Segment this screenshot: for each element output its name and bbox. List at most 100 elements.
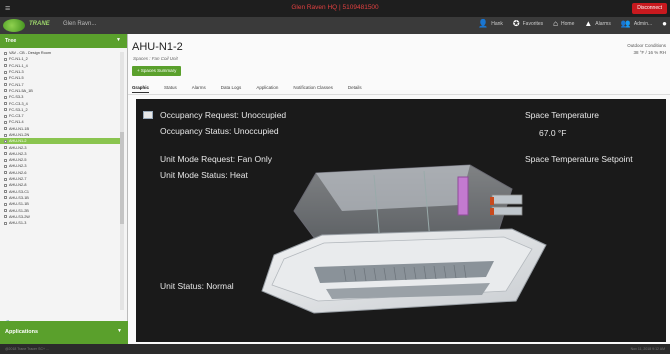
favorites-icon: ✪	[512, 19, 520, 28]
tree-item-label: AHU-N2-3	[9, 151, 27, 156]
tree-header[interactable]: Tree ▼	[0, 34, 127, 48]
tree-item-label: VAV - CB - Design Room	[9, 51, 52, 56]
nav-admin[interactable]: 👥 Admin...	[621, 20, 652, 28]
tree-checkbox-icon[interactable]	[4, 64, 7, 68]
site-title: Glen Raven HQ | 5109481500	[291, 4, 379, 11]
tab-alarms[interactable]: Alarms	[192, 85, 206, 93]
tree-checkbox-icon[interactable]	[4, 158, 7, 162]
user-icon: 👤	[478, 19, 489, 28]
tree-checkbox-icon[interactable]	[4, 133, 7, 137]
sidebar: Tree ▼ VAV - CB - Design Room FC-N1-1_2 FC…	[0, 34, 128, 344]
help-icon: ●	[662, 19, 667, 28]
top-bar: ≡ Glen Raven HQ | 5109481500 Disconnect	[0, 0, 670, 17]
footer-copyright: @2018 Trane Tracer SC+ ...	[5, 347, 49, 351]
tree-item-label: AHU-S3-1B	[9, 195, 29, 200]
chevron-down-icon: ▼	[117, 328, 122, 334]
tree-item-label: FC-N1-5A_1B	[9, 88, 33, 93]
tree-item-label: FC-N1-3	[9, 70, 24, 75]
tree-item-label: FC-N1-1_2	[9, 57, 28, 62]
occupancy-status: Occupancy Status: Unoccupied	[160, 126, 279, 136]
tree-item-label: AHU-N2-7	[9, 177, 27, 182]
tree-scrollbar[interactable]	[120, 52, 124, 310]
tree-checkbox-icon[interactable]	[4, 70, 7, 74]
tree-checkbox-icon[interactable]	[4, 196, 7, 200]
tree-checkbox-icon[interactable]	[4, 177, 7, 181]
tree-checkbox-icon[interactable]	[4, 139, 7, 143]
tree-checkbox-icon[interactable]	[4, 190, 7, 194]
unit-mode-status: Unit Mode Status: Heat	[160, 170, 248, 180]
tree-checkbox-icon[interactable]	[4, 152, 7, 156]
equipment-tree: VAV - CB - Design Room FC-N1-1_2 FC-N1-1_4…	[0, 50, 120, 318]
tab-graphic[interactable]: Graphic	[132, 85, 150, 93]
home-icon: ⌂	[553, 19, 559, 28]
tree-checkbox-icon[interactable]	[4, 209, 7, 213]
tree-checkbox-icon[interactable]	[4, 108, 7, 112]
tree-checkbox-icon[interactable]	[4, 183, 7, 187]
tree-checkbox-icon[interactable]	[4, 202, 7, 206]
nav-bar: TRANE Glen Ravn... 👤 Hank ✪ Favorites ⌂ Hom…	[0, 17, 670, 34]
tree-checkbox-icon[interactable]	[4, 171, 7, 175]
tree-item-label: AHU-N1-2	[9, 139, 27, 144]
tree-checkbox-icon[interactable]	[4, 120, 7, 124]
tree-item-label: AHU-S1-1B	[9, 202, 29, 207]
tab-details[interactable]: Details	[348, 85, 362, 93]
space-temp-label: Space Temperature	[525, 110, 600, 120]
graphic-info-icon[interactable]	[143, 111, 153, 119]
tree-checkbox-icon[interactable]	[4, 146, 7, 150]
brand-name: TRANE	[29, 21, 50, 27]
admin-icon: 👥	[620, 19, 631, 28]
spaces-summary-button[interactable]: + Spaces Summary	[132, 66, 182, 76]
tree-checkbox-icon[interactable]	[4, 102, 7, 106]
nav-alarms[interactable]: ▲ Alarms	[584, 20, 610, 28]
page-title: AHU-N1-2	[132, 41, 183, 53]
applications-header[interactable]: Applications ▼	[0, 321, 128, 344]
space-temp-value[interactable]: 67.0 °F	[539, 128, 567, 138]
tree-item-label: FC-S3-3	[9, 95, 24, 100]
tree-checkbox-icon[interactable]	[4, 76, 7, 80]
tab-bar: Graphic Status Alarms Data Logs Applicat…	[132, 85, 362, 93]
tree-item-label: AHU-N2-3	[9, 145, 27, 150]
unit-status: Unit Status: Normal	[160, 281, 234, 291]
tree-item-label: AHU-N1-1B	[9, 126, 30, 131]
tree-checkbox-icon[interactable]	[4, 215, 7, 219]
alarms-icon: ▲	[584, 19, 593, 28]
tree-checkbox-icon[interactable]	[4, 164, 7, 168]
tree-item-label: AHU-S1-2B	[9, 208, 29, 213]
tree-checkbox-icon[interactable]	[4, 57, 7, 61]
tree-item-label: FC-N1-5	[9, 76, 24, 81]
nav-user[interactable]: 👤 Hank	[478, 20, 503, 28]
tree-checkbox-icon[interactable]	[4, 51, 7, 55]
disconnect-button[interactable]: Disconnect	[632, 3, 667, 14]
tree-item-label: FC-N1-4	[9, 120, 24, 125]
tree-item-label: FC-S3-1_2	[9, 107, 28, 112]
tree-item-label: FC-C3-3_4	[9, 101, 28, 106]
tree-item-label: FC-N1-7	[9, 82, 24, 87]
tree-checkbox-icon[interactable]	[4, 114, 7, 118]
tree-item-label: AHU-N2-3	[9, 164, 27, 169]
tab-notification-classes[interactable]: Notification Classes	[293, 85, 333, 93]
breadcrumb[interactable]: Spaces : Fan Coil Unit	[133, 56, 178, 61]
tree-item-label: FC-N1-1_4	[9, 63, 28, 68]
tab-data-logs[interactable]: Data Logs	[221, 85, 242, 93]
outdoor-conditions: Outdoor Conditions 38 °F / 16 % RH	[627, 43, 666, 55]
tree-checkbox-icon[interactable]	[4, 127, 7, 131]
nav-favorites[interactable]: ✪ Favorites	[513, 20, 543, 28]
tree-item-label: AHU-S3-2W	[9, 214, 30, 219]
nav-home[interactable]: ⌂ Home	[553, 20, 574, 28]
tree-item-label: AHU-S3-C1	[9, 189, 30, 194]
tree-item-label: AHU-N1-2N	[9, 133, 30, 137]
tab-status[interactable]: Status	[164, 85, 177, 93]
tab-application[interactable]: Application	[256, 85, 278, 93]
equipment-graphic: Occupancy Request: Unoccupied Occupancy …	[136, 99, 666, 342]
fan-coil-unit-image	[261, 164, 547, 314]
tree-checkbox-icon[interactable]	[4, 89, 7, 93]
tree-checkbox-icon[interactable]	[4, 83, 7, 87]
site-selector[interactable]: Glen Ravn...	[63, 21, 96, 27]
tab-divider	[128, 94, 670, 95]
tree-checkbox-icon[interactable]	[4, 221, 7, 225]
tree-item[interactable]: AHU-S1-3	[0, 220, 120, 226]
nav-help[interactable]: ●	[662, 20, 667, 28]
tree-item-label: FC-C3-7	[9, 114, 24, 119]
tree-scroll-thumb[interactable]	[120, 132, 124, 224]
tree-checkbox-icon[interactable]	[4, 95, 7, 99]
